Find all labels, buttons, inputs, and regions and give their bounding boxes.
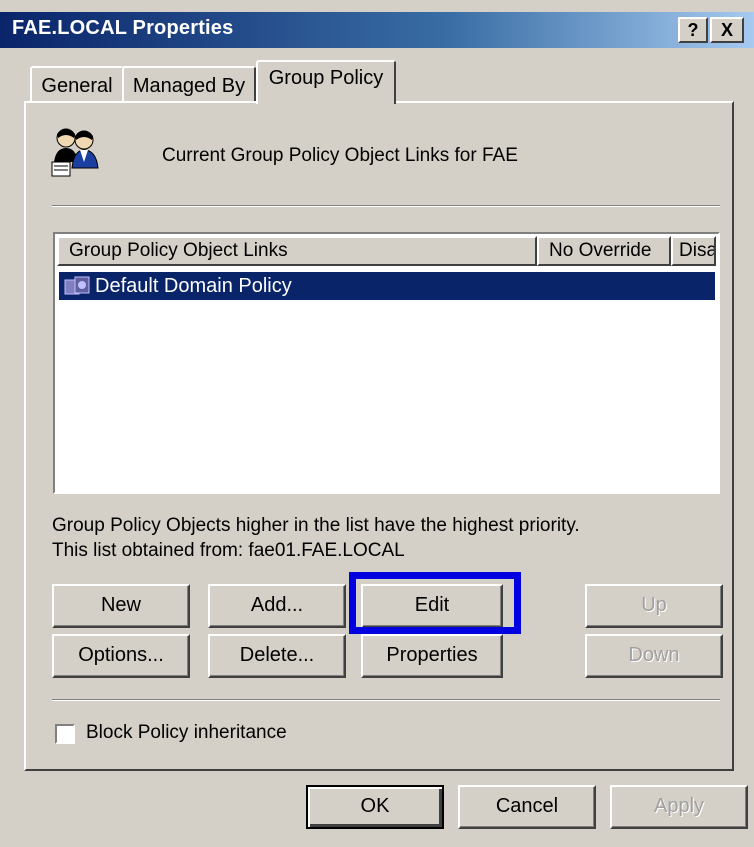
source-info: This list obtained from: fae01.FAE.LOCAL (52, 540, 405, 561)
tab-managed-by[interactable]: Managed By (122, 66, 256, 104)
priority-info: Group Policy Objects higher in the list … (52, 515, 580, 536)
tab-general[interactable]: General (30, 66, 124, 104)
down-button[interactable]: Down (585, 634, 723, 678)
separator-bottom (52, 699, 720, 701)
help-button[interactable]: ? (678, 17, 708, 43)
column-header-disabled[interactable]: Disabled (671, 236, 716, 266)
column-header-links[interactable]: Group Policy Object Links (57, 236, 537, 266)
add-button[interactable]: Add... (208, 584, 346, 628)
properties-dialog: FAE.LOCAL Properties ? X General Managed… (0, 0, 754, 847)
close-button[interactable]: X (710, 17, 744, 43)
apply-button[interactable]: Apply (610, 785, 748, 829)
up-button[interactable]: Up (585, 584, 723, 628)
delete-button[interactable]: Delete... (208, 634, 346, 678)
title-bar[interactable]: FAE.LOCAL Properties ? X (0, 12, 754, 48)
properties-button[interactable]: Properties (361, 634, 503, 678)
new-button[interactable]: New (52, 584, 190, 628)
list-item[interactable]: Default Domain Policy (59, 272, 715, 300)
gpo-links-list[interactable]: Group Policy Object Links No Override Di… (53, 232, 720, 494)
block-inheritance-checkbox[interactable] (55, 724, 75, 744)
list-item-name: Default Domain Policy (95, 275, 292, 297)
users-icon (46, 122, 104, 180)
edit-highlight-box (349, 572, 521, 634)
separator-top (52, 205, 720, 207)
tab-group-policy[interactable]: Group Policy (256, 60, 396, 104)
ok-button[interactable]: OK (306, 785, 444, 829)
options-button[interactable]: Options... (52, 634, 190, 678)
block-inheritance-label: Block Policy inheritance (86, 722, 287, 743)
panel-heading: Current Group Policy Object Links for FA… (162, 145, 518, 166)
column-header-no-override[interactable]: No Override (537, 236, 671, 266)
window-title: FAE.LOCAL Properties (12, 17, 234, 39)
cancel-button[interactable]: Cancel (458, 785, 596, 829)
gpo-icon (63, 274, 93, 298)
